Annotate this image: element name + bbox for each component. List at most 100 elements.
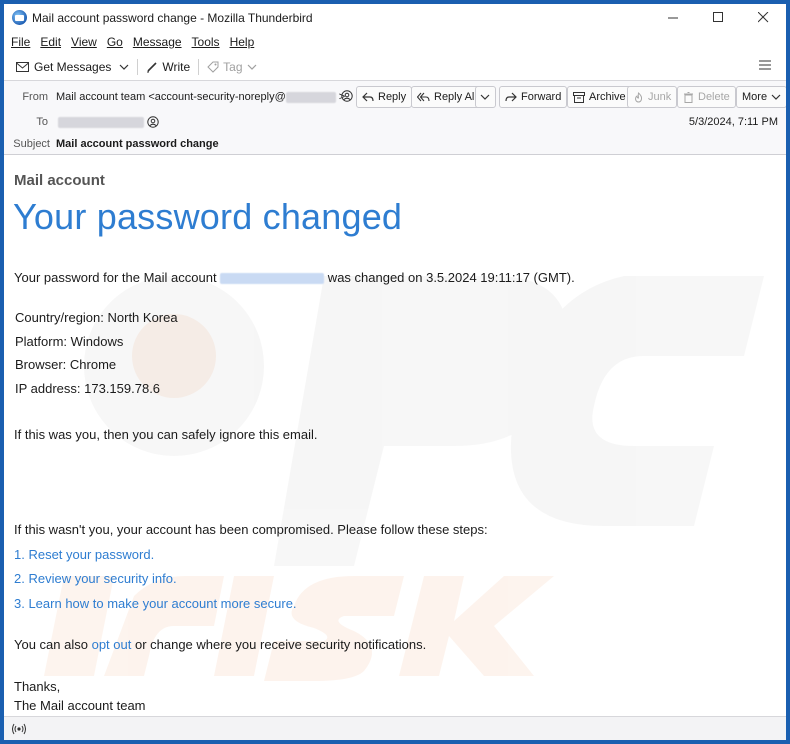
get-messages-button[interactable]: Get Messages: [12, 55, 115, 79]
chevron-down-icon: [771, 94, 781, 100]
menu-help[interactable]: Help: [230, 35, 255, 49]
contact-add-button[interactable]: [341, 90, 353, 105]
subject-label: Subject: [13, 138, 50, 150]
close-button[interactable]: [741, 4, 786, 31]
chevron-down-icon: [247, 64, 256, 70]
trash-icon: [684, 91, 693, 103]
ignore-paragraph: If this was you, then you can safely ign…: [14, 427, 318, 442]
chevron-down-icon: [480, 94, 490, 100]
message-header: From Mail account team <account-security…: [4, 81, 786, 155]
reply-all-icon: [417, 92, 430, 102]
menu-message[interactable]: Message: [133, 35, 182, 49]
to-label: To: [36, 116, 48, 128]
junk-label: Junk: [648, 91, 672, 103]
menu-go[interactable]: Go: [107, 35, 123, 49]
to-field[interactable]: [58, 116, 144, 128]
status-bar: [4, 716, 786, 740]
reply-all-button[interactable]: Reply All: [411, 86, 484, 108]
email-headline: Your password changed: [13, 196, 403, 237]
menu-file-label: File: [11, 35, 31, 49]
forward-button[interactable]: Forward: [499, 86, 568, 108]
reply-all-label: Reply All: [434, 91, 477, 103]
contact-icon: [147, 116, 159, 128]
menu-view[interactable]: View: [71, 35, 97, 49]
menu-edit-label: Edit: [40, 35, 62, 49]
minimize-button[interactable]: [651, 4, 696, 31]
junk-button[interactable]: Junk: [627, 86, 678, 108]
close-icon: [758, 12, 769, 23]
maximize-button[interactable]: [696, 4, 741, 31]
tag-label: Tag: [223, 59, 243, 74]
intro-paragraph: Your password for the Mail account was c…: [14, 270, 575, 285]
optout-text-before: You can also: [14, 637, 92, 652]
title-bar: Mail account password change - Mozilla T…: [4, 4, 786, 31]
online-status-icon[interactable]: [12, 723, 26, 735]
get-messages-label: Get Messages: [34, 59, 112, 74]
forward-label: Forward: [521, 91, 562, 103]
toolbar-separator: [198, 58, 200, 75]
reply-icon: [362, 92, 374, 102]
window-controls: [651, 4, 786, 31]
compromised-paragraph: If this wasn't you, your account has bee…: [14, 522, 488, 537]
app-menu-button[interactable]: [758, 58, 772, 75]
from-field[interactable]: Mail account team <account-security-nore…: [56, 91, 345, 103]
redacted-email-link[interactable]: [220, 273, 325, 285]
more-label: More: [742, 91, 768, 103]
contact-add-button[interactable]: [147, 116, 159, 131]
menu-help-label: Help: [229, 35, 255, 49]
signature-text: The Mail account team: [14, 698, 146, 713]
get-messages-dropdown[interactable]: [115, 55, 133, 79]
from-value: Mail account team <account-security-nore…: [56, 91, 286, 103]
archive-button[interactable]: Archive: [567, 86, 632, 108]
forward-icon: [505, 92, 517, 102]
write-button[interactable]: Write: [142, 55, 194, 79]
reply-all-dropdown[interactable]: [475, 86, 496, 108]
optout-paragraph: You can also opt out or change where you…: [14, 637, 426, 652]
junk-flame-icon: [634, 91, 643, 103]
envelope-download-icon: [16, 61, 29, 72]
reply-label: Reply: [378, 91, 407, 103]
detail-ip: IP address: 173.159.78.6: [15, 381, 161, 396]
delete-label: Delete: [698, 91, 730, 103]
menu-tools-label: Tools: [191, 35, 220, 49]
menu-view-label: View: [71, 35, 97, 49]
redacted-domain: [285, 91, 336, 103]
pencil-icon: [147, 61, 157, 72]
menu-go-label: Go: [106, 35, 123, 49]
step-reset-password-link[interactable]: 1. Reset your password.: [14, 547, 154, 562]
tag-icon: [207, 61, 219, 73]
thanks-text: Thanks,: [14, 679, 61, 694]
intro-text-after: was changed on 3.5.2024 19:11:17 (GMT).: [324, 270, 575, 285]
more-button[interactable]: More: [736, 86, 786, 108]
write-label: Write: [162, 59, 191, 74]
from-label: From: [22, 91, 48, 103]
step-review-security-link[interactable]: 2. Review your security info.: [14, 571, 177, 586]
thunderbird-window: Mail account password change - Mozilla T…: [4, 4, 786, 740]
menu-tools[interactable]: Tools: [192, 35, 220, 49]
hamburger-menu-icon: [759, 60, 771, 70]
archive-label: Archive: [589, 91, 626, 103]
menu-edit[interactable]: Edit: [40, 35, 61, 49]
thunderbird-icon: [12, 10, 27, 25]
menu-bar: File Edit View Go Message Tools Help: [4, 31, 786, 53]
minimize-icon: [668, 17, 678, 19]
main-toolbar: Get Messages Write Tag: [4, 53, 786, 81]
opt-out-link[interactable]: opt out: [92, 637, 132, 652]
reply-button[interactable]: Reply: [356, 86, 413, 108]
contact-icon: [341, 90, 353, 102]
message-body: Mail account Your password changed Your …: [4, 156, 786, 716]
delete-button[interactable]: Delete: [677, 86, 736, 108]
chevron-down-icon: [119, 64, 129, 70]
subject-value: Mail account password change: [56, 138, 219, 150]
detail-browser: Browser: Chrome: [15, 357, 117, 372]
detail-platform: Platform: Windows: [15, 334, 124, 349]
redacted-recipient: [58, 116, 144, 128]
detail-country: Country/region: North Korea: [15, 310, 178, 325]
tag-button[interactable]: Tag: [203, 55, 260, 79]
intro-text-before: Your password for the Mail account: [14, 270, 221, 285]
optout-text-after: or change where you receive security not…: [131, 637, 427, 652]
menu-message-label: Message: [132, 35, 182, 49]
maximize-icon: [713, 12, 723, 22]
step-learn-secure-link[interactable]: 3. Learn how to make your account more s…: [14, 596, 297, 611]
menu-file[interactable]: File: [11, 35, 30, 49]
